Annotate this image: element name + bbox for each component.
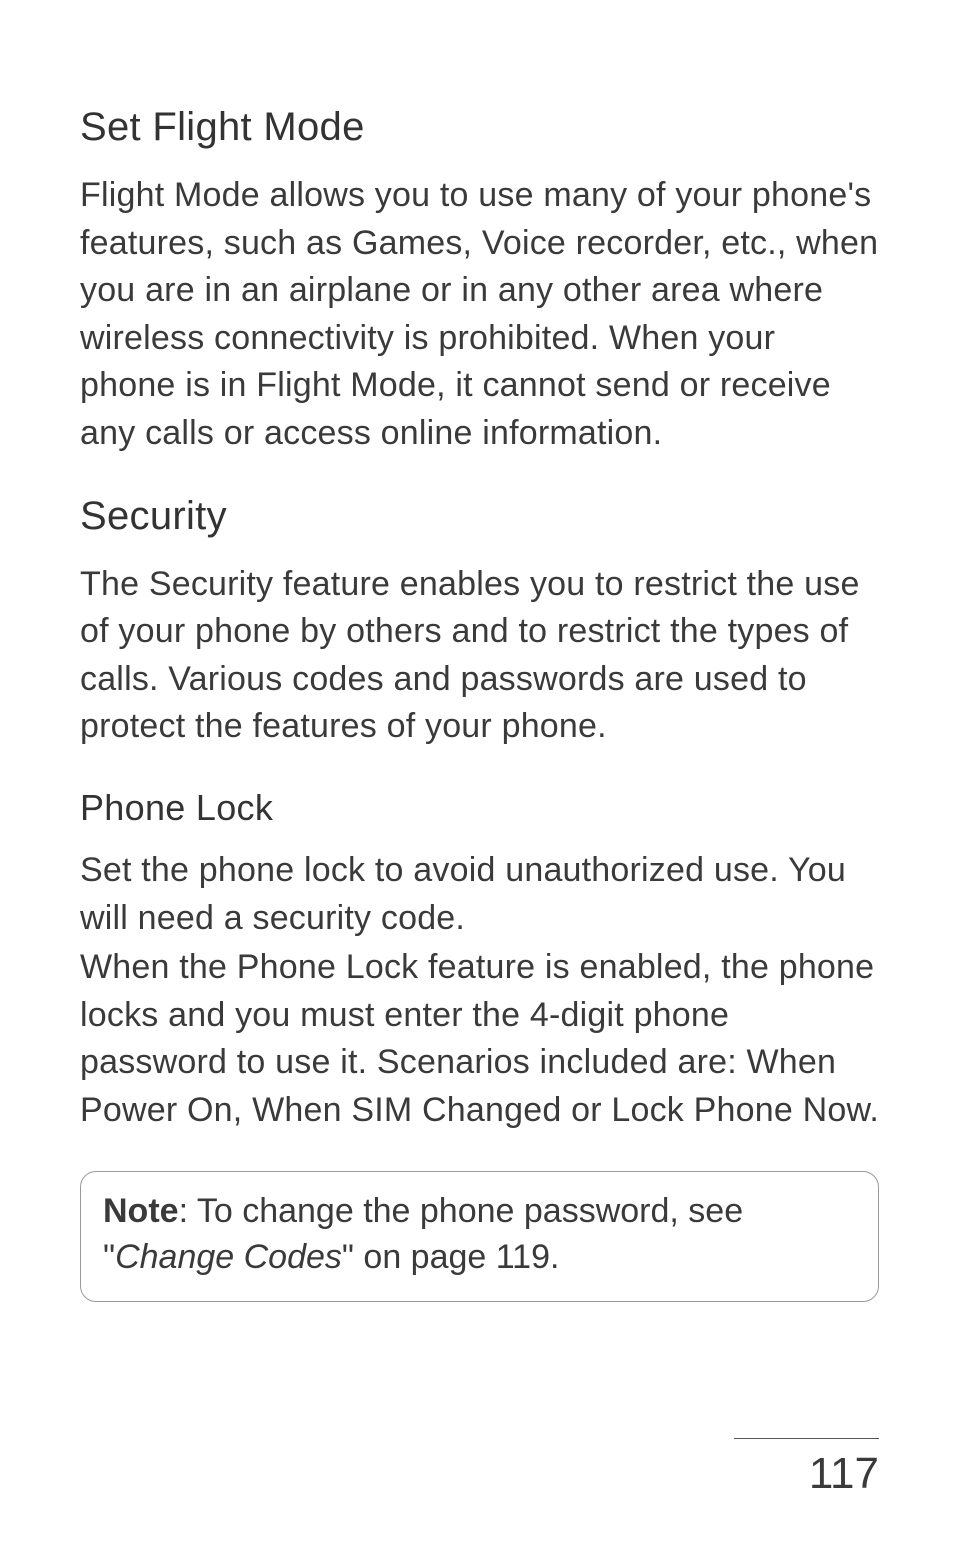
page-rule (734, 1438, 879, 1439)
heading-phone-lock: Phone Lock (80, 787, 879, 829)
note-label: Note (103, 1192, 179, 1230)
note-box: Note: To change the phone password, see … (80, 1171, 879, 1303)
note-text-2: " on page 119. (342, 1238, 560, 1276)
page-number: 117 (734, 1449, 879, 1499)
paragraph-phone-lock-2: When the Phone Lock feature is enabled, … (80, 944, 879, 1134)
page-footer: 117 (734, 1438, 879, 1499)
heading-security: Security (80, 494, 879, 539)
note-link-change-codes: Change Codes (115, 1238, 342, 1276)
paragraph-security: The Security feature enables you to rest… (80, 561, 879, 751)
heading-set-flight-mode: Set Flight Mode (80, 105, 879, 150)
paragraph-phone-lock-1: Set the phone lock to avoid unauthorized… (80, 847, 879, 942)
paragraph-flight-mode: Flight Mode allows you to use many of yo… (80, 172, 879, 458)
